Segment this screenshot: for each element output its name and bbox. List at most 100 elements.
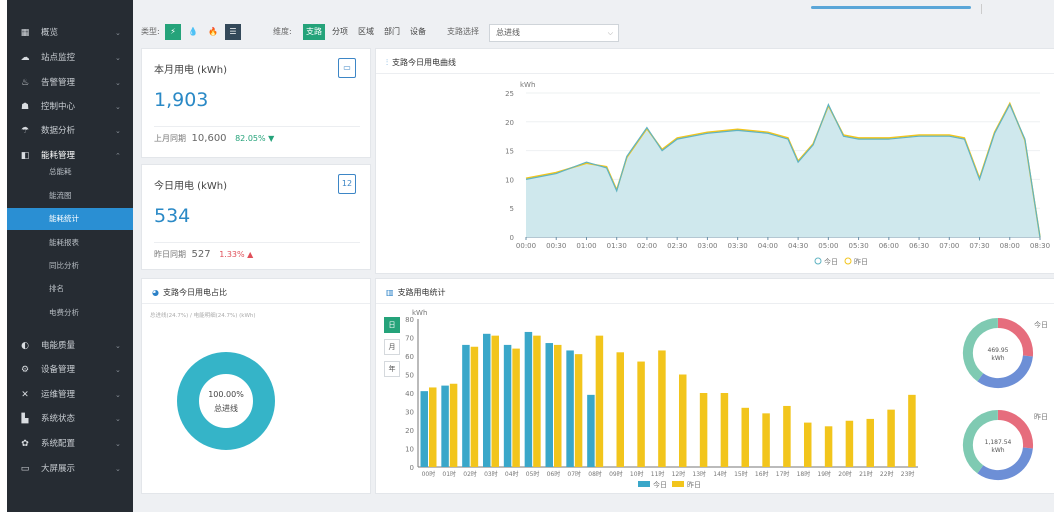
sidebar-item-analysis[interactable]: ☂ 数据分析 ⌄ (7, 120, 133, 143)
bar-today (545, 343, 553, 467)
sidebar-subitem-label: 能耗统计 (49, 214, 79, 223)
dimension-department-button[interactable]: 部门 (381, 24, 403, 40)
control-icon: ☗ (20, 102, 30, 112)
bar-yesterday (595, 335, 604, 467)
donut-svg: 100.00% 总进线 (177, 352, 275, 450)
sidebar-subitem[interactable]: 能耗报表 (7, 232, 133, 254)
bar-x-tick: 20时 (838, 470, 852, 478)
line-y-tick: 25 (505, 90, 514, 98)
bar-yesterday (533, 335, 541, 467)
chevron-down-icon: ⌄ (115, 127, 121, 135)
sidebar-item-label: 运维管理 (41, 390, 76, 400)
bar-x-tick: 14时 (713, 470, 727, 478)
bar-x-tick: 03时 (484, 470, 498, 478)
sidebar-subitem[interactable]: 能流图 (7, 185, 133, 207)
sidebar-subitem[interactable]: 能耗统计 (7, 208, 133, 230)
bar-yesterday (845, 420, 854, 467)
chevron-down-icon: ⌄ (115, 54, 121, 62)
sidebar-item-monitor[interactable]: ☁ 站点监控 ⌄ (7, 47, 133, 70)
bar-y-tick: 10 (405, 446, 414, 454)
dimension-branch-button[interactable]: 支路 (303, 24, 325, 40)
kpi-today-title: 今日用电 (kWh) (154, 181, 227, 192)
chevron-down-icon: ⌄ (115, 465, 121, 473)
mini-donut-value: 1,187.54 (985, 439, 1012, 446)
device-icon: ⚙ (20, 365, 30, 375)
bar-today (566, 350, 574, 467)
line-x-tick: 07:30 (969, 242, 989, 250)
sidebar-item-device[interactable]: ⚙ 设备管理 ⌄ (7, 359, 133, 382)
sidebar-item-settings[interactable]: ✿ 系统配置 ⌄ (7, 433, 133, 456)
bar-x-tick: 02时 (463, 470, 477, 478)
chevron-down-icon: ⌄ (115, 440, 121, 448)
alarm-icon: ♨ (20, 78, 30, 88)
sidebar-item-label: 站点监控 (41, 53, 76, 63)
kpi-month-prev-label: 上月同期 (154, 134, 186, 143)
type-gas-button[interactable]: 🔥 (205, 24, 221, 40)
dimension-area-button[interactable]: 区域 (355, 24, 377, 40)
calendar-month-icon: ▭ (338, 58, 356, 78)
dimension-item-button[interactable]: 分项 (329, 24, 351, 40)
bar-legend-yesterday-swatch (672, 481, 684, 487)
sidebar: ▦ 概览 ⌄ ☁ 站点监控 ⌄ ♨ 告警管理 ⌄ ☗ 控制中心 ⌄ ☂ 数据分析 ⌄ ◧ 能耗管理 ⌃ ◐ 电能质量 ⌄… (7, 0, 133, 512)
sidebar-subitem-label: 能耗报表 (49, 238, 79, 247)
line-x-tick: 06:30 (909, 242, 929, 250)
bar-yesterday (512, 348, 520, 467)
line-x-tick: 05:00 (818, 242, 838, 250)
bar-x-tick: 04时 (505, 470, 519, 478)
bar-y-tick: 0 (410, 464, 414, 472)
legend-today-marker (814, 257, 822, 265)
screen-icon: ▭ (20, 464, 30, 474)
sidebar-item-alarm[interactable]: ♨ 告警管理 ⌄ (7, 72, 133, 95)
bar-yesterday (804, 422, 812, 467)
quality-icon: ◐ (21, 341, 29, 351)
kpi-today-prev-label: 昨日同期 (154, 250, 186, 259)
sidebar-item-ops[interactable]: ✕ 运维管理 ⌄ (7, 384, 133, 407)
sidebar-subitem[interactable]: 同比分析 (7, 255, 133, 277)
bar-x-tick: 08时 (588, 470, 602, 478)
bar-yesterday (491, 335, 499, 467)
bar-y-tick: 50 (405, 372, 414, 380)
system-status-icon: ▙ (21, 414, 29, 424)
sidebar-item-quality[interactable]: ◐ 电能质量 ⌄ (7, 335, 133, 358)
line-x-tick: 03:30 (728, 242, 748, 250)
sidebar-subitem[interactable]: 排名 (7, 278, 133, 300)
bar-today (462, 344, 470, 467)
sidebar-subitem-label: 能流图 (49, 191, 72, 200)
sidebar-subitem[interactable]: 电费分析 (7, 302, 133, 324)
bar-yesterday (699, 393, 708, 467)
kpi-today-footer: 昨日同期 527 1.33% ▲ (154, 249, 253, 260)
sidebar-item-screen[interactable]: ▭ 大屏展示 ⌄ (7, 458, 133, 481)
bar-yesterday (783, 405, 791, 467)
bar-x-tick: 11时 (651, 470, 665, 478)
mini-donut-label: 今日 (1034, 320, 1048, 329)
line-x-tick: 01:00 (576, 242, 596, 250)
sidebar-item-grid[interactable]: ▦ 概览 ⌄ (7, 22, 133, 45)
kpi-month-card: 本月用电 (kWh) ▭ 1,903 上月同期 10,600 82.05% ▼ (141, 48, 371, 158)
bar-y-tick: 80 (405, 316, 414, 324)
bar-today (420, 391, 428, 467)
line-x-tick: 06:00 (879, 242, 899, 250)
donut-card: ◕ 支路今日用电占比 总进线(24.7%) / 电能明细(24.7%) (kWh)… (141, 278, 371, 494)
bar-y-tick: 60 (405, 353, 414, 361)
type-electric-button[interactable]: ⚡ (165, 24, 181, 40)
kpi-month-prev-value: 10,600 (191, 133, 227, 144)
type-water-button[interactable]: 💧 (185, 24, 201, 40)
bar-yesterday (574, 354, 583, 467)
bar-today (524, 331, 533, 467)
branch-select[interactable]: 总进线 ⌵ (489, 24, 619, 42)
sidebar-item-system-status[interactable]: ▙ 系统状态 ⌄ (7, 408, 133, 431)
kpi-month-divider (154, 126, 360, 127)
dimension-label: 维度: (273, 27, 292, 36)
sidebar-subitem-label: 同比分析 (49, 261, 79, 270)
line-x-tick: 01:30 (607, 242, 627, 250)
donut-slice-total (177, 352, 275, 450)
sidebar-item-control[interactable]: ☗ 控制中心 ⌄ (7, 96, 133, 119)
dimension-device-button[interactable]: 设备 (407, 24, 429, 40)
mini-donut-value: 469.95 (988, 347, 1009, 354)
sidebar-subitem[interactable]: 总能耗 (7, 161, 133, 183)
sidebar-item-label: 概览 (41, 28, 59, 38)
bar-x-tick: 05时 (526, 470, 540, 478)
chevron-down-icon: ⌄ (115, 29, 121, 37)
bar-chart-svg: 01020304050607080kWh00时 01时 02时 03时 04时 05时 06… (405, 309, 1048, 489)
type-other-button[interactable]: ☰ (225, 24, 241, 40)
